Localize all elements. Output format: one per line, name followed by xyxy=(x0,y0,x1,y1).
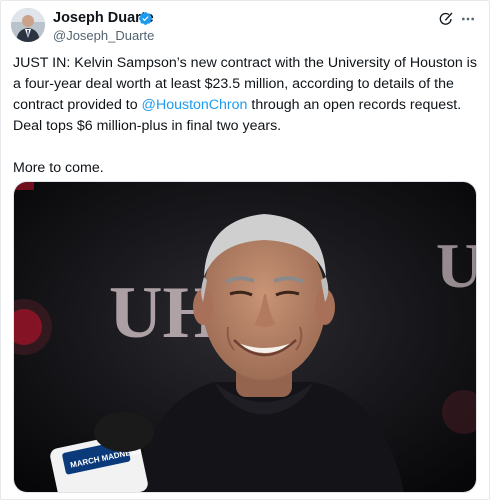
verified-badge-icon xyxy=(139,12,152,25)
avatar-photo xyxy=(11,8,45,42)
tweet-body: JUST IN: Kelvin Sampson’s new contract w… xyxy=(13,53,481,137)
tweet-card[interactable]: Joseph Duarte @Joseph_Duarte JUST IN: Ke… xyxy=(0,0,490,500)
backdrop-logo-right: UH xyxy=(436,230,476,301)
author-handle[interactable]: @Joseph_Duarte xyxy=(53,28,154,43)
tweet-text: JUST IN: Kelvin Sampson’s new contract w… xyxy=(13,53,481,179)
more-options-icon[interactable] xyxy=(460,11,476,27)
press-conference-photo: UH UH xyxy=(14,182,476,492)
grok-icon[interactable] xyxy=(438,11,454,27)
tweet-photo[interactable]: UH UH xyxy=(13,181,477,493)
tweet-closing: More to come. xyxy=(13,160,104,176)
mention-link[interactable]: @HoustonChron xyxy=(142,97,248,113)
avatar[interactable] xyxy=(11,8,45,42)
